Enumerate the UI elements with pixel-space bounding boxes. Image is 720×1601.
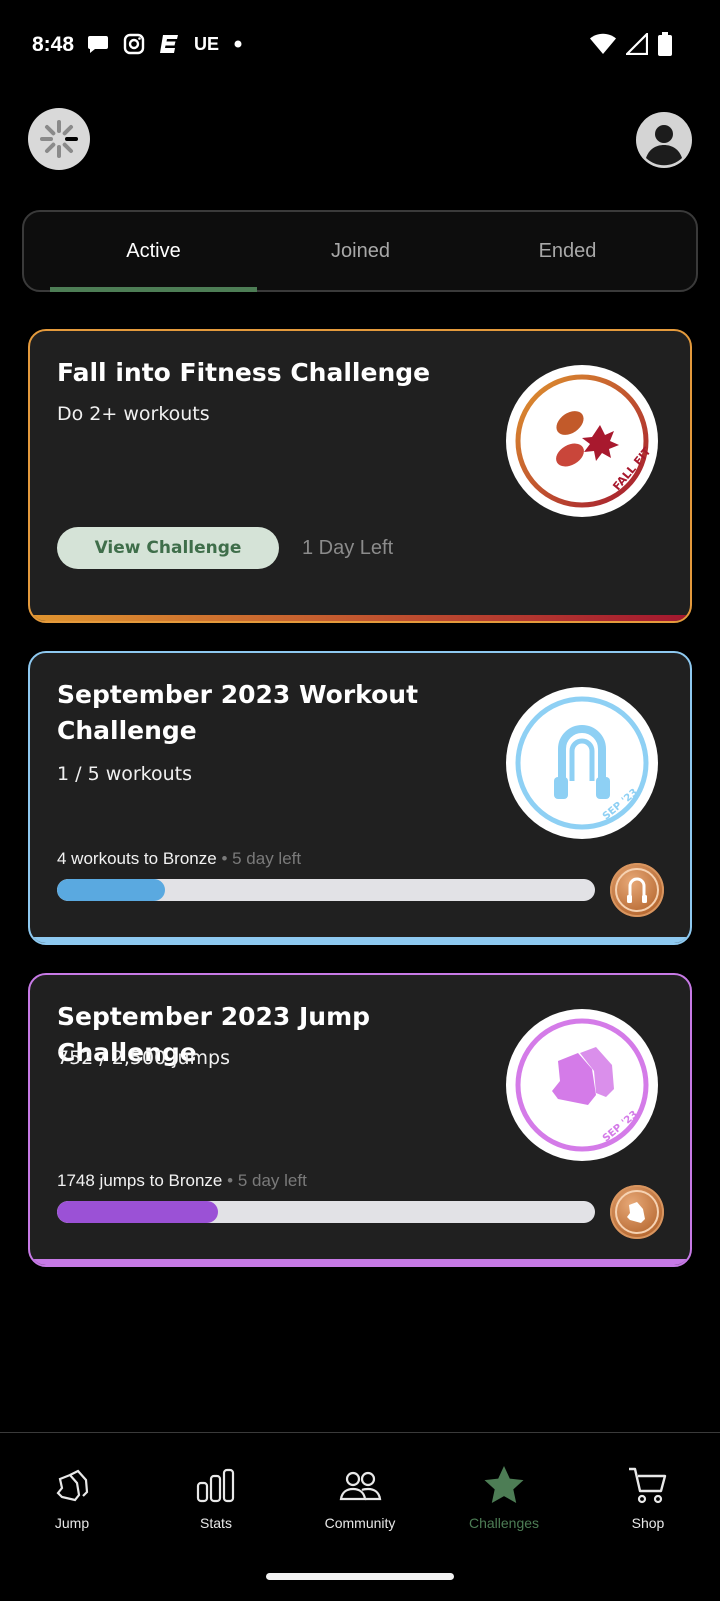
tab-label: Active <box>126 240 181 262</box>
tab-label: Ended <box>538 240 597 262</box>
tab-ended[interactable]: Ended <box>464 212 671 292</box>
app-logo-button[interactable] <box>28 108 90 170</box>
nav-item-challenges[interactable]: Challenges <box>444 1463 564 1531</box>
view-challenge-button[interactable]: View Challenge <box>57 527 279 569</box>
spinner-logo-icon <box>40 120 78 158</box>
nav-item-stats[interactable]: Stats <box>156 1463 276 1531</box>
challenge-badge: FALL FIT <box>506 365 658 517</box>
bronze-jump-rope-icon <box>615 868 659 912</box>
challenge-card-september-jump[interactable]: September 2023 Jump Challenge 752 / 2,50… <box>28 973 692 1267</box>
tab-label: Joined <box>331 240 390 262</box>
battery-icon <box>658 32 672 56</box>
progress-caption: 4 workouts to Bronze • 5 day left <box>57 849 301 869</box>
bronze-jump-shoe-icon <box>615 1190 659 1234</box>
community-people-icon <box>339 1471 382 1501</box>
status-time: 8:48 <box>32 33 75 56</box>
challenge-title: September 2023 Workout Challenge <box>57 680 419 745</box>
nav-label: Challenges <box>468 1515 540 1531</box>
status-bar: 8:48 UE <box>0 0 720 92</box>
progress-remaining-text: 1748 jumps to Bronze <box>57 1171 223 1190</box>
user-avatar-icon <box>646 125 682 166</box>
profile-avatar-button[interactable] <box>636 112 692 168</box>
nav-item-jump[interactable]: Jump <box>12 1463 132 1531</box>
card-accent-strip <box>30 937 690 943</box>
progress-bar-fill <box>57 1201 219 1223</box>
nav-label: Stats <box>200 1515 232 1531</box>
jump-shoes-badge-icon: SEP '23 <box>515 1018 649 1152</box>
chat-bubble-icon <box>88 36 108 53</box>
fall-leaves-badge-icon: FALL FIT <box>515 374 654 508</box>
star-icon <box>484 1466 524 1503</box>
instagram-icon <box>123 33 145 55</box>
cellular-signal-icon <box>626 33 648 55</box>
nav-label: Shop <box>631 1515 665 1531</box>
nav-label: Jump <box>54 1515 90 1531</box>
card-accent-strip <box>30 615 690 621</box>
status-notification-icons: UE <box>86 32 245 56</box>
wifi-icon <box>590 33 616 54</box>
challenge-progress-count: 1 / 5 workouts <box>57 763 193 785</box>
jump-rope-badge-icon: SEP '23 <box>515 696 649 830</box>
card-accent-strip <box>30 1259 690 1265</box>
status-ue-text: UE <box>194 33 220 54</box>
shopping-cart-icon <box>629 1467 667 1504</box>
home-gesture-bar[interactable] <box>266 1573 454 1580</box>
progress-remaining-text: 4 workouts to Bronze <box>57 849 217 868</box>
challenge-progress-count: 752 / 2,500 jumps <box>57 1047 230 1069</box>
progress-bar <box>57 879 595 901</box>
challenge-card-september-workout[interactable]: September 2023 Workout Challenge 1 / 5 w… <box>28 651 692 945</box>
nav-item-community[interactable]: Community <box>300 1463 420 1531</box>
nav-label: Community <box>324 1515 396 1531</box>
notification-dot-icon <box>234 40 242 48</box>
tab-joined[interactable]: Joined <box>257 212 464 292</box>
jump-shoes-icon <box>56 1469 89 1502</box>
bronze-badge <box>610 1185 664 1239</box>
challenge-badge: SEP '23 <box>506 1009 658 1161</box>
status-system-icons <box>590 32 672 56</box>
challenge-badge: SEP '23 <box>506 687 658 839</box>
challenge-card-fall-fitness[interactable]: Fall into Fitness Challenge Do 2+ workou… <box>28 329 692 623</box>
time-left-text: 1 Day Left <box>302 537 394 559</box>
challenge-goal: Do 2+ workouts <box>57 403 210 425</box>
challenge-title: Fall into Fitness Challenge <box>57 358 431 387</box>
bronze-badge <box>610 863 664 917</box>
nav-item-shop[interactable]: Shop <box>588 1463 708 1531</box>
espn-e-icon <box>160 35 178 53</box>
badge-text: FALL FIT <box>610 445 654 493</box>
days-left-text: 5 day left <box>232 849 302 868</box>
separator-dot: • <box>221 849 228 868</box>
progress-caption: 1748 jumps to Bronze • 5 day left <box>57 1171 307 1191</box>
progress-bar <box>57 1201 595 1223</box>
challenge-status-tabs: Active Joined Ended <box>22 210 698 292</box>
tab-active[interactable]: Active <box>50 212 257 292</box>
stats-bars-icon <box>196 1468 235 1503</box>
days-left-text: 5 day left <box>237 1171 307 1190</box>
separator-dot: • <box>227 1171 234 1190</box>
progress-bar-fill <box>57 879 165 901</box>
tab-active-indicator <box>50 287 257 292</box>
